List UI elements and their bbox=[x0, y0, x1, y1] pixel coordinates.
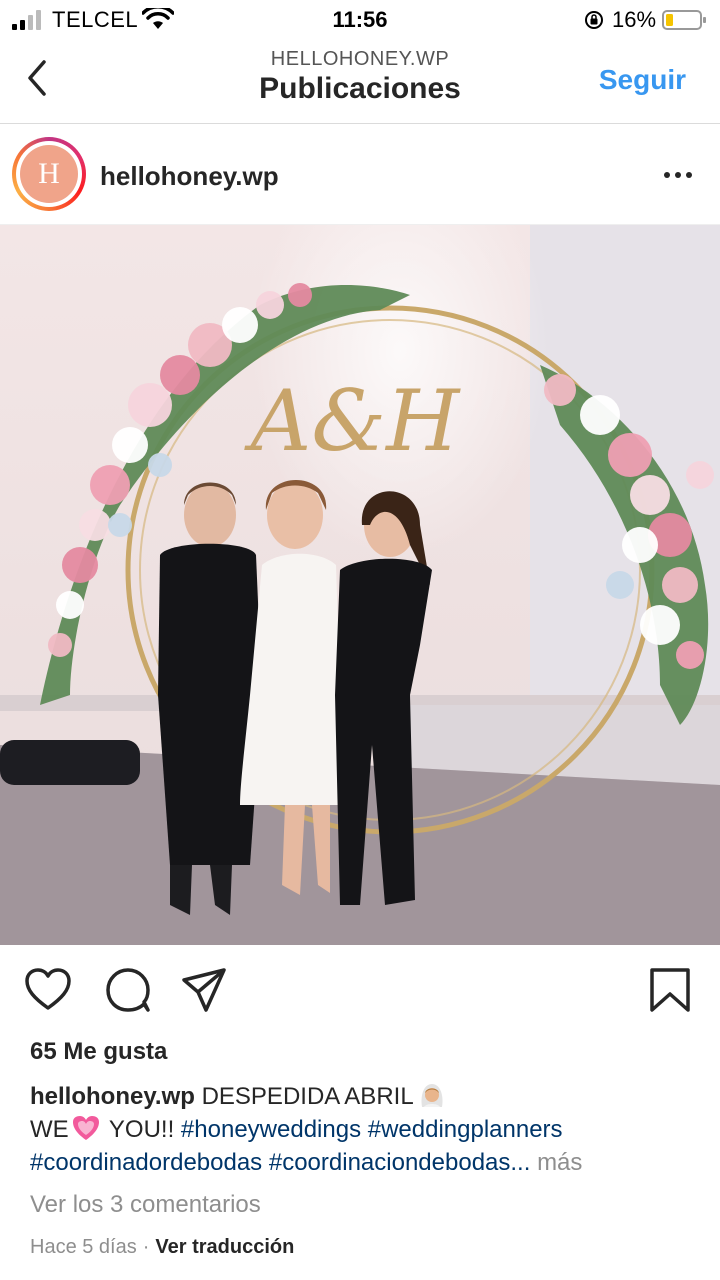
more-icon[interactable] bbox=[662, 165, 694, 185]
translate-link[interactable]: Ver traducción bbox=[155, 1236, 294, 1258]
follow-button[interactable]: Seguir bbox=[599, 64, 686, 96]
hashtag-link[interactable]: #weddingplanners bbox=[368, 1116, 563, 1143]
likes-count[interactable]: 65 Me gusta bbox=[30, 1038, 167, 1066]
post-caption: hellohoney.wp DESPEDIDA ABRIL WE YOU!! #… bbox=[30, 1080, 695, 1179]
post-meta: Hace 5 días · Ver traducción bbox=[30, 1236, 294, 1259]
post-header: H hellohoney.wp bbox=[0, 125, 720, 225]
post-photo[interactable]: A&H bbox=[0, 225, 720, 945]
post-actions bbox=[0, 960, 720, 1030]
caption-username[interactable]: hellohoney.wp bbox=[30, 1083, 195, 1110]
heart-icon[interactable] bbox=[24, 966, 72, 1014]
photo-monogram: A&H bbox=[244, 372, 461, 470]
heart-emoji-icon bbox=[72, 1116, 99, 1140]
caption-text: YOU!! bbox=[102, 1116, 181, 1143]
avatar-letter: H bbox=[20, 145, 78, 203]
hashtag-link[interactable]: #coordinadordebodas bbox=[30, 1149, 262, 1176]
battery-icon bbox=[662, 10, 706, 30]
comment-icon[interactable] bbox=[104, 966, 152, 1014]
meta-separator: · bbox=[142, 1236, 150, 1258]
post-username[interactable]: hellohoney.wp bbox=[100, 161, 279, 192]
bride-emoji-icon bbox=[421, 1084, 443, 1107]
hashtag-link[interactable]: #honeyweddings bbox=[181, 1116, 361, 1143]
view-comments-link[interactable]: Ver los 3 comentarios bbox=[30, 1191, 261, 1219]
share-icon[interactable] bbox=[180, 966, 228, 1014]
photo-illustration: A&H bbox=[0, 225, 720, 945]
rotation-lock-icon bbox=[585, 11, 603, 29]
battery-percent: 16% bbox=[612, 7, 657, 32]
status-bar: TELCEL 11:56 16% bbox=[0, 0, 720, 40]
nav-bar: HELLOHONEY.WP Publicaciones Seguir bbox=[0, 40, 720, 124]
bookmark-icon[interactable] bbox=[646, 966, 694, 1014]
post-timestamp: Hace 5 días bbox=[30, 1236, 137, 1258]
caption-text: WE bbox=[30, 1116, 69, 1143]
caption-more-link[interactable]: más bbox=[537, 1149, 582, 1176]
caption-text: DESPEDIDA ABRIL bbox=[194, 1083, 414, 1110]
hashtag-link[interactable]: #coordinaciondebodas... bbox=[269, 1149, 531, 1176]
avatar[interactable]: H bbox=[12, 137, 86, 211]
